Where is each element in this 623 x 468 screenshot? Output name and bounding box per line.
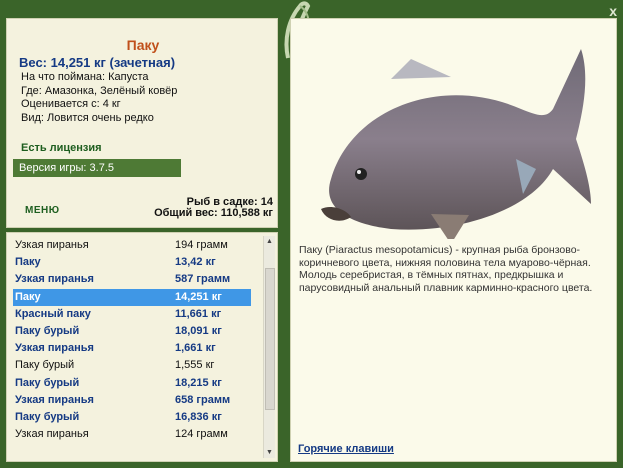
fish-description: Паку (Piaractus mesopotamicus) - крупная… xyxy=(299,244,593,294)
fish-weight-cell: 16,836 кг xyxy=(175,411,222,423)
fish-name-cell: Узкая пиранья xyxy=(15,342,94,355)
fish-weight-cell: 18,091 кг xyxy=(175,325,222,337)
table-row[interactable]: Узкая пиранья 194 грамм xyxy=(13,237,251,254)
rarity-line: Вид: Ловится очень редко xyxy=(21,111,154,124)
table-row[interactable]: Паку бурый 16,836 кг xyxy=(13,409,251,426)
table-row[interactable]: Паку бурый 18,215 кг xyxy=(13,375,251,392)
hotkeys-link[interactable]: Горячие клавиши xyxy=(298,443,394,455)
catch-weight: Вес: 14,251 кг (зачетная) xyxy=(19,55,176,70)
fish-image xyxy=(321,49,591,239)
scroll-up-icon[interactable]: ▲ xyxy=(264,236,275,247)
fish-weight-cell: 658 грамм xyxy=(175,393,231,406)
table-row[interactable]: Красный паку 11,661 кг xyxy=(13,306,251,323)
list-scrollbar[interactable]: ▲ ▼ xyxy=(263,236,275,458)
scroll-thumb[interactable] xyxy=(265,268,275,410)
fish-weight-cell: 11,661 кг xyxy=(175,307,222,320)
table-row[interactable]: Паку 14,251 кг xyxy=(13,288,251,306)
total-weight: Общий вес: 110,588 кг xyxy=(154,207,273,219)
license-status: Есть лицензия xyxy=(21,142,102,154)
fish-name-cell: Узкая пиранья xyxy=(15,428,89,441)
scroll-down-icon[interactable]: ▼ xyxy=(264,447,275,458)
fish-name-cell: Красный паку xyxy=(15,307,91,320)
game-window: x Паку Вес: 14,251 кг (зачетная) На что … xyxy=(0,0,623,468)
fish-detail-panel: Паку (Piaractus mesopotamicus) - крупная… xyxy=(290,18,617,462)
table-row[interactable]: Узкая пиранья 587 грамм xyxy=(13,271,251,288)
fish-name-cell: Паку бурый xyxy=(15,376,80,389)
fish-name-cell: Паку бурый xyxy=(15,325,80,337)
fish-name-cell: Паку бурый xyxy=(15,411,80,423)
fish-name-cell: Узкая пиранья xyxy=(15,273,94,286)
fish-name-cell: Паку xyxy=(15,256,41,269)
fish-weight-cell: 1,661 кг xyxy=(175,342,216,355)
fish-name-cell: Паку бурый xyxy=(15,359,75,372)
keep-net-list[interactable]: Узкая пиранья 194 грамм Паку 13,42 кг Узкая … xyxy=(6,232,278,462)
table-row[interactable]: Паку бурый 18,091 кг xyxy=(13,323,251,340)
game-version: Версия игры: 3.7.5 xyxy=(13,159,181,177)
fish-weight-cell: 124 грамм xyxy=(175,428,228,441)
fish-name-cell: Узкая пиранья xyxy=(15,393,94,406)
keep-net-stats: Рыб в садке: 14 Общий вес: 110,588 кг xyxy=(154,197,273,219)
close-icon[interactable]: x xyxy=(609,3,617,19)
bait-line: На что поймана: Капуста xyxy=(21,71,149,83)
table-row[interactable]: Узкая пиранья 658 грамм xyxy=(13,392,251,409)
fish-title: Паку xyxy=(126,37,160,53)
fish-weight-cell: 1,555 кг xyxy=(175,359,215,372)
fish-weight-cell: 587 грамм xyxy=(175,273,231,286)
fish-name-cell: Паку xyxy=(15,290,41,303)
fish-weight-cell: 13,42 кг xyxy=(175,256,216,269)
fish-weight-cell: 194 грамм xyxy=(175,239,228,251)
catch-info-panel: Паку Вес: 14,251 кг (зачетная) На что по… xyxy=(6,18,278,228)
fish-name-cell: Узкая пиранья xyxy=(15,239,89,251)
valued-line: Оценивается с: 4 кг xyxy=(21,98,121,110)
location-line: Где: Амазонка, Зелёный ковёр xyxy=(21,84,178,97)
menu-button[interactable]: МЕНЮ xyxy=(25,205,60,216)
fish-weight-cell: 18,215 кг xyxy=(175,376,222,389)
fish-weight-cell: 14,251 кг xyxy=(175,290,222,303)
table-row[interactable]: Паку бурый 1,555 кг xyxy=(13,357,251,374)
table-row[interactable]: Узкая пиранья 1,661 кг xyxy=(13,340,251,357)
table-row[interactable]: Узкая пиранья 124 грамм xyxy=(13,426,251,443)
table-row[interactable]: Паку 13,42 кг xyxy=(13,254,251,271)
catch-details: На что поймана: Капуста Где: Амазонка, З… xyxy=(21,71,177,125)
